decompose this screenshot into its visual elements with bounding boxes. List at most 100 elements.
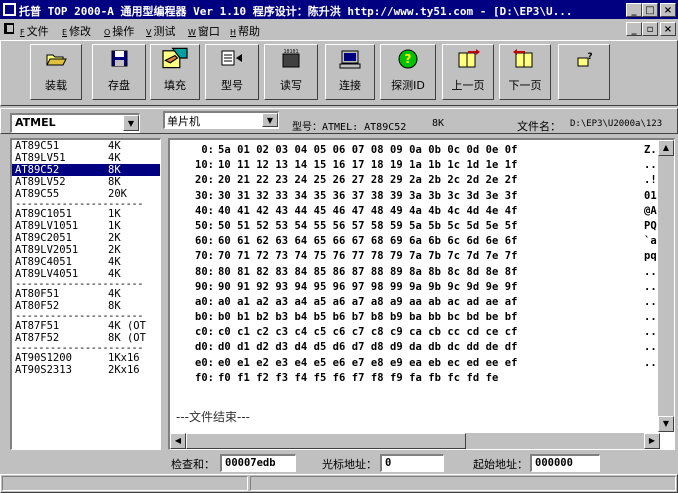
menu-bar: F 文件 E 修改 O 操作 V 测试 W 窗口 H 帮助 _ ▫ ×: [0, 19, 678, 38]
device-list-item[interactable]: AT90S2313 2Kx16: [12, 364, 160, 376]
connect-button[interactable]: 连接: [325, 44, 375, 100]
prev-page-button[interactable]: 上一页: [442, 44, 494, 100]
device-list-item[interactable]: AT89LV52 8K: [12, 176, 160, 188]
help-chip-icon: ?: [577, 52, 593, 67]
hex-row[interactable]: 0: 5a 01 02 03 04 05 06 07 08 09 0a 0b 0c…: [170, 143, 660, 158]
hex-bytes: 10 11 12 13 14 15 16 17 18 19 1a 1b 1c 1…: [218, 159, 518, 172]
scroll-up-icon[interactable]: ▲: [658, 140, 674, 156]
hex-bytes: f0 f1 f2 f3 f4 f5 f6 f7 f8 f9 fa fb fc f…: [218, 371, 499, 384]
device-list[interactable]: AT89C51 4K AT89LV51 4K AT89C52 8K AT89LV52 8K AT…: [10, 138, 161, 450]
device-list-item[interactable]: AT89LV1051 1K: [12, 220, 160, 232]
hex-row[interactable]: d0: d0 d1 d2 d3 d4 d5 d6 d7 d8 d9 da db d…: [170, 340, 660, 355]
minimize-button[interactable]: _: [626, 3, 642, 17]
chevron-down-icon[interactable]: ▼: [123, 115, 139, 131]
end-of-file-marker: ---文件结束---: [176, 410, 250, 424]
hex-row[interactable]: b0: b0 b1 b2 b3 b4 b5 b6 b7 b8 b9 ba bb b…: [170, 310, 660, 325]
start-address-field[interactable]: 000000: [530, 454, 600, 472]
hex-bytes: 80 81 82 83 84 85 86 87 88 89 8a 8b 8c 8…: [218, 265, 518, 278]
probe-id-button[interactable]: ? 探测ID: [380, 44, 436, 100]
about-button[interactable]: ?: [558, 44, 610, 100]
hex-row[interactable]: 60: 60 61 62 63 64 65 66 67 68 69 6a 6b 6…: [170, 234, 660, 249]
menu-help[interactable]: H 帮助: [230, 23, 260, 39]
menu-file[interactable]: F 文件: [20, 23, 49, 39]
hex-address: 90:: [195, 280, 214, 293]
title-bar[interactable]: 托普 TOP 2000-A 通用型编程器 Ver 1.10 程序设计：陈升洪 h…: [0, 0, 678, 19]
document-icon[interactable]: [4, 23, 14, 34]
scroll-down-icon[interactable]: ▼: [658, 416, 674, 432]
device-list-item[interactable]: AT90S1200 1Kx16: [12, 352, 160, 364]
hex-row[interactable]: 90: 90 91 92 93 94 95 96 97 98 99 9a 9b 9…: [170, 280, 660, 295]
device-list-item[interactable]: AT80F51 4K: [12, 288, 160, 300]
hex-bytes: 50 51 52 53 54 55 56 57 58 59 5a 5b 5c 5…: [218, 219, 518, 232]
device-type-select[interactable]: 单片机 ▼: [163, 111, 279, 129]
checksum-label: 检查和：: [171, 458, 215, 471]
hex-row[interactable]: 50: 50 51 52 53 54 55 56 57 58 59 5a 5b 5…: [170, 219, 660, 234]
device-list-item[interactable]: AT89C51 4K: [12, 140, 160, 152]
hex-row[interactable]: 20: 20 21 22 23 24 25 26 27 28 29 2a 2b 2…: [170, 173, 660, 188]
hex-row[interactable]: e0: e0 e1 e2 e3 e4 e5 e6 e7 e8 e9 ea eb e…: [170, 356, 660, 371]
hex-row[interactable]: a0: a0 a1 a2 a3 a4 a5 a6 a7 a8 a9 aa ab a…: [170, 295, 660, 310]
maximize-button[interactable]: □: [642, 3, 658, 17]
device-list-item[interactable]: AT89C52 8K: [12, 164, 160, 176]
hex-bytes: 90 91 92 93 94 95 96 97 98 99 9a 9b 9c 9…: [218, 280, 518, 293]
device-list-item[interactable]: AT89C55 20K: [12, 188, 160, 200]
hex-row[interactable]: c0: c0 c1 c2 c3 c4 c5 c6 c7 c8 c9 ca cb c…: [170, 325, 660, 340]
child-minimize-button[interactable]: _: [626, 22, 642, 36]
hex-address: c0:: [195, 326, 214, 339]
menu-operate[interactable]: O 操作: [104, 23, 134, 39]
hex-editor[interactable]: 0: 5a 01 02 03 04 05 06 07 08 09 0a 0b 0c…: [168, 138, 675, 450]
filename-label: 文件名：: [517, 120, 561, 133]
device-list-item[interactable]: AT80F52 8K: [12, 300, 160, 312]
svg-text:?: ?: [587, 52, 592, 62]
device-list-item[interactable]: AT89LV4051 4K: [12, 268, 160, 280]
app-icon[interactable]: [3, 3, 16, 16]
device-list-item[interactable]: AT89LV51 4K: [12, 152, 160, 164]
fill-button[interactable]: 填充: [150, 44, 200, 100]
scroll-right-icon[interactable]: ▶: [644, 433, 660, 449]
hex-address: 20:: [195, 174, 214, 187]
hex-row[interactable]: 30: 30 31 32 33 34 35 36 37 38 39 3a 3b 3…: [170, 189, 660, 204]
device-list-item[interactable]: AT89C4051 4K: [12, 256, 160, 268]
vertical-scrollbar[interactable]: ▲ ▼: [658, 140, 674, 432]
manufacturer-select[interactable]: ATMEL ▼: [10, 113, 140, 133]
menu-window[interactable]: W 窗口: [188, 23, 220, 39]
list-separator: ----------------------: [15, 344, 144, 352]
readwrite-button[interactable]: 10101 读写: [264, 44, 318, 100]
hex-row[interactable]: 80: 80 81 82 83 84 85 86 87 88 89 8a 8b 8…: [170, 265, 660, 280]
device-name: AT90S2313: [15, 364, 72, 376]
list-separator: ----------------------: [15, 312, 144, 320]
open-folder-icon: [46, 54, 67, 66]
model-button[interactable]: 型号: [205, 44, 259, 100]
menu-edit[interactable]: E 修改: [62, 23, 91, 39]
child-close-button[interactable]: ×: [660, 22, 676, 36]
device-size: 2Kx16: [108, 364, 140, 376]
child-restore-button[interactable]: ▫: [642, 22, 658, 36]
device-list-item[interactable]: AT87F52 8K (OT: [12, 332, 160, 344]
horizontal-scrollbar[interactable]: ◀ ▶: [170, 433, 660, 449]
next-page-button[interactable]: 下一页: [499, 44, 551, 100]
load-button[interactable]: 装载: [30, 44, 82, 100]
device-size: 4K: [108, 140, 121, 152]
device-list-item[interactable]: AT87F51 4K (OT: [12, 320, 160, 332]
device-size: 4K: [108, 256, 121, 268]
device-size: 8K: [108, 176, 121, 188]
horizontal-scroll-thumb[interactable]: [186, 433, 466, 449]
scroll-left-icon[interactable]: ◀: [170, 433, 186, 449]
device-list-item[interactable]: AT89C2051 2K: [12, 232, 160, 244]
cursor-address-field[interactable]: 0: [380, 454, 444, 472]
hex-row[interactable]: f0: f0 f1 f2 f3 f4 f5 f6 f7 f8 f9 fa fb f…: [170, 371, 660, 386]
chevron-down-icon[interactable]: ▼: [262, 113, 278, 127]
device-name: AT90S1200: [15, 352, 72, 364]
device-size: 4K: [108, 152, 121, 164]
device-list-item[interactable]: AT89C1051 1K: [12, 208, 160, 220]
device-name: AT87F52: [15, 332, 60, 344]
hex-rows[interactable]: 0: 5a 01 02 03 04 05 06 07 08 09 0a 0b 0c…: [170, 143, 660, 433]
save-button[interactable]: 存盘: [92, 44, 146, 100]
hex-row[interactable]: 40: 40 41 42 43 44 45 46 47 48 49 4a 4b 4…: [170, 204, 660, 219]
hex-row[interactable]: 70: 70 71 72 73 74 75 76 77 78 79 7a 7b 7…: [170, 249, 660, 264]
close-button[interactable]: ×: [660, 3, 676, 17]
hex-row[interactable]: 10: 10 11 12 13 14 15 16 17 18 19 1a 1b 1…: [170, 158, 660, 173]
device-list-item[interactable]: AT89LV2051 2K: [12, 244, 160, 256]
device-name: AT89C52: [15, 164, 60, 176]
menu-test[interactable]: V 测试: [146, 23, 175, 39]
